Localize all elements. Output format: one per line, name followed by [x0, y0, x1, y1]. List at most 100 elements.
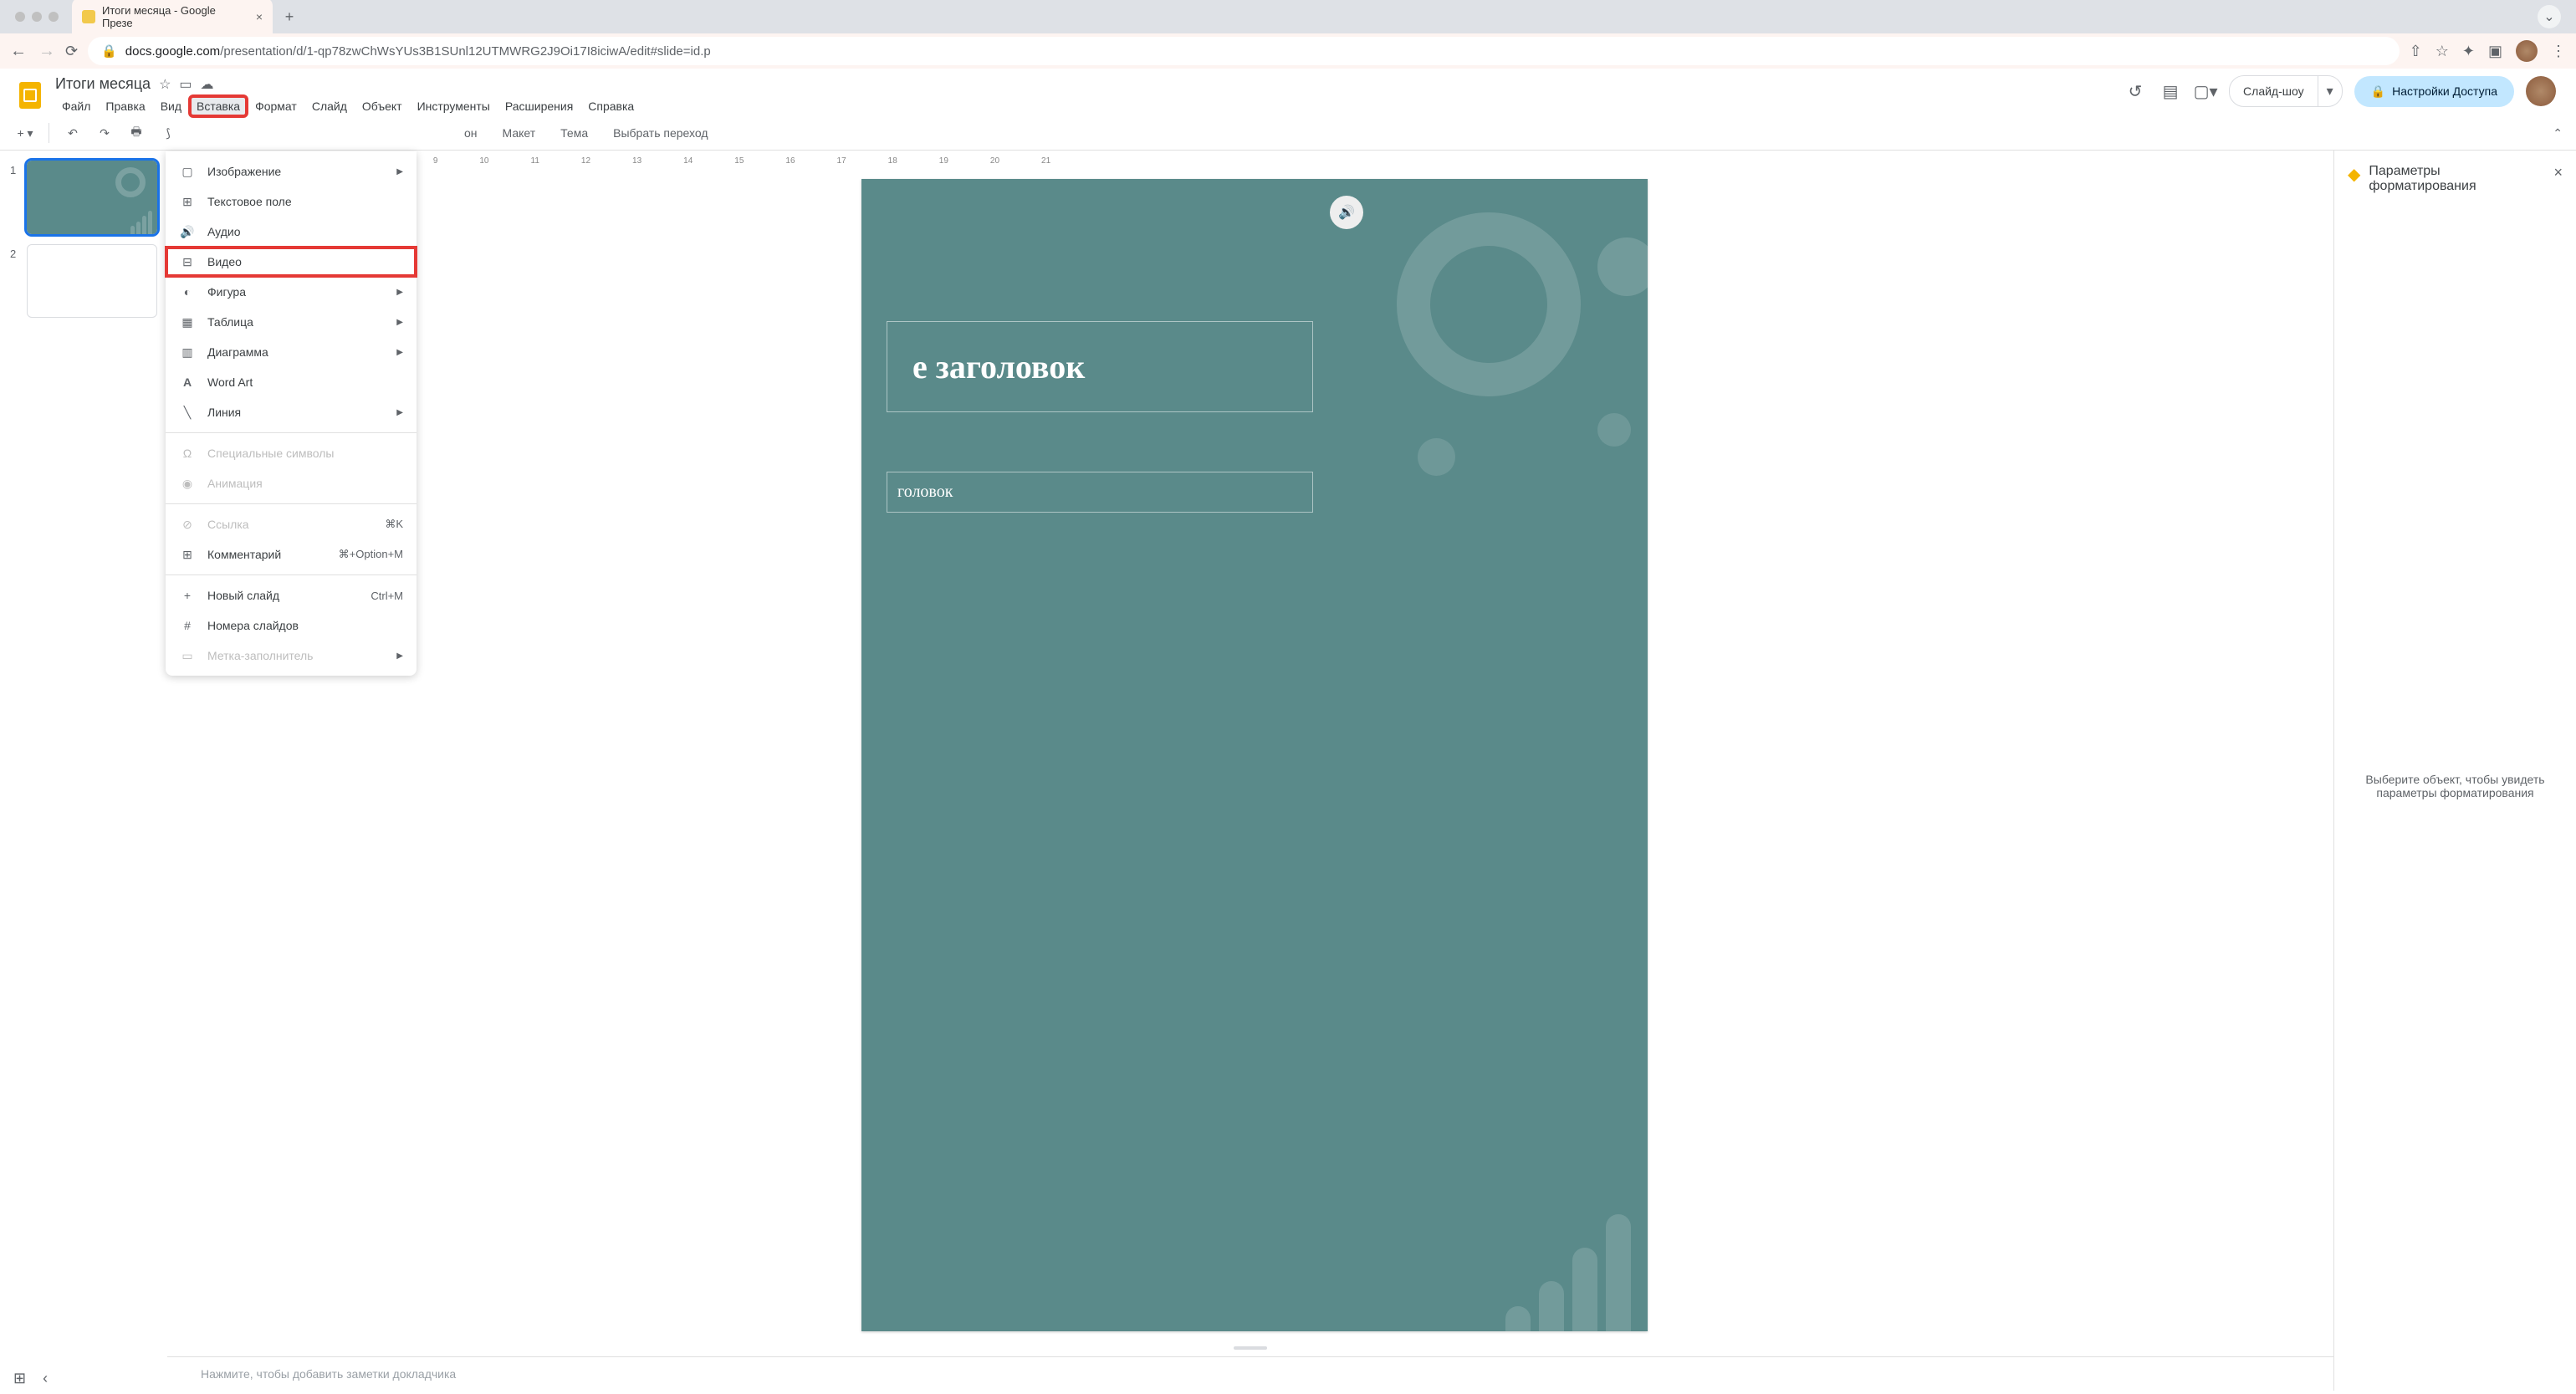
dd-video[interactable]: ⊟Видео [166, 247, 417, 277]
chevron-right-icon: ▶ [396, 651, 403, 661]
tab-title: Итоги месяца - Google Презе [102, 4, 249, 29]
collapse-left-icon[interactable]: ‹ [43, 1370, 48, 1387]
close-panel-icon[interactable]: × [2553, 164, 2563, 181]
dd-line[interactable]: ╲Линия▶ [166, 397, 417, 427]
menu-insert[interactable]: Вставка [190, 96, 247, 116]
browser-tab-active[interactable]: Итоги месяца - Google Презе × [72, 0, 273, 36]
window-controls [7, 12, 67, 22]
slideshow-dropdown-icon[interactable]: ▾ [2318, 76, 2342, 106]
shape-icon: ◐ [179, 283, 196, 300]
share-page-icon[interactable]: ⇧ [2410, 43, 2422, 60]
menu-tools[interactable]: Инструменты [411, 96, 497, 116]
undo-button[interactable]: ↶ [61, 121, 84, 145]
comment-icon: ⊞ [179, 546, 196, 563]
dd-textbox[interactable]: ⊞Текстовое поле [166, 186, 417, 217]
canvas-area: 456789101112131415161718192021 🔊 [167, 151, 2333, 1391]
dd-new-slide[interactable]: +Новый слайдCtrl+M [166, 580, 417, 610]
bottom-bar: ⊞ ‹ [13, 1370, 48, 1387]
url-text: docs.google.com/presentation/d/1-qp78zwC… [125, 44, 711, 59]
dd-comment[interactable]: ⊞Комментарий⌘+Option+M [166, 539, 417, 569]
present-camera-icon[interactable]: ▢▾ [2194, 79, 2217, 103]
print-button[interactable]: 🖶 [125, 121, 148, 145]
menu-view[interactable]: Вид [154, 96, 188, 116]
profile-avatar-icon[interactable] [2516, 40, 2538, 62]
link-icon: ⊘ [179, 516, 196, 533]
menu-object[interactable]: Объект [355, 96, 409, 116]
slide-thumb-1[interactable] [27, 161, 157, 234]
dd-table[interactable]: ▦Таблица▶ [166, 307, 417, 337]
dd-slide-numbers[interactable]: #Номера слайдов [166, 610, 417, 641]
decor-ring [1397, 212, 1581, 396]
forward-button[interactable]: → [38, 42, 55, 61]
reading-list-icon[interactable]: ▣ [2488, 43, 2502, 60]
extensions-icon[interactable]: ✦ [2462, 43, 2475, 60]
dd-wordart[interactable]: AWord Art [166, 367, 417, 397]
background-button[interactable]: он [456, 123, 486, 143]
reload-button[interactable]: ⟳ [65, 43, 78, 60]
menu-help[interactable]: Справка [581, 96, 641, 116]
maximize-window-icon[interactable] [49, 12, 59, 22]
menu-extensions[interactable]: Расширения [498, 96, 580, 116]
account-avatar-icon[interactable] [2526, 76, 2556, 106]
close-window-icon[interactable] [15, 12, 25, 22]
paint-format-button[interactable]: ⟆ [156, 121, 180, 145]
collapse-toolbar-icon[interactable]: ⌃ [2553, 126, 2563, 140]
menu-file[interactable]: Файл [55, 96, 97, 116]
tab-close-icon[interactable]: × [256, 10, 263, 23]
panel-body-text: Выберите объект, чтобы увидеть параметры… [2348, 194, 2563, 1377]
line-icon: ╲ [179, 404, 196, 421]
browser-menu-icon[interactable]: ⋮ [2551, 43, 2566, 60]
transition-button[interactable]: Выбрать переход [605, 123, 716, 143]
dd-audio[interactable]: 🔊Аудио [166, 217, 417, 247]
theme-button[interactable]: Тема [552, 123, 596, 143]
slideshow-button[interactable]: Слайд-шоу ▾ [2229, 75, 2343, 107]
decor-bars [1505, 1214, 1631, 1331]
dd-chart[interactable]: ▥Диаграмма▶ [166, 337, 417, 367]
notes-resize-handle[interactable] [167, 1340, 2333, 1356]
comments-icon[interactable]: ▤ [2159, 79, 2182, 103]
share-button[interactable]: 🔒 Настройки Доступа [2354, 76, 2514, 107]
slides-logo-icon[interactable] [13, 79, 47, 112]
audio-badge-icon[interactable]: 🔊 [1330, 196, 1363, 229]
menu-format[interactable]: Формат [248, 96, 304, 116]
tab-strip: Итоги месяца - Google Презе × + ⌄ [0, 0, 2576, 33]
wordart-icon: A [179, 374, 196, 391]
cloud-status-icon[interactable]: ☁ [201, 76, 214, 93]
new-slide-button[interactable]: + ▾ [13, 121, 37, 145]
slideshow-label: Слайд-шоу [2230, 78, 2318, 105]
chevron-right-icon: ▶ [396, 348, 403, 357]
ruler-horizontal: 456789101112131415161718192021 [167, 151, 2333, 171]
layout-button[interactable]: Макет [494, 123, 544, 143]
lock-icon: 🔒 [2371, 84, 2385, 99]
panel-title: Параметры форматирования [2369, 164, 2545, 194]
slide-thumb-2[interactable] [27, 244, 157, 318]
menu-edit[interactable]: Правка [99, 96, 151, 116]
slide-subtitle-placeholder[interactable]: головок [887, 472, 1313, 513]
format-icon: ◆ [2348, 164, 2360, 185]
separator [166, 432, 417, 433]
share-label: Настройки Доступа [2392, 84, 2497, 98]
slide-canvas[interactable]: 🔊 е заголовок головок [861, 179, 1648, 1331]
star-icon[interactable]: ☆ [159, 76, 171, 93]
speaker-notes[interactable]: Нажмите, чтобы добавить заметки докладчи… [167, 1356, 2333, 1391]
menu-slide[interactable]: Слайд [305, 96, 354, 116]
explore-icon[interactable]: ⊞ [13, 1370, 26, 1387]
dd-shape[interactable]: ◐Фигура▶ [166, 277, 417, 307]
toolbar: + ▾ ↶ ↷ 🖶 ⟆ он Макет Тема Выбрать перехо… [0, 116, 2576, 151]
history-icon[interactable]: ↺ [2124, 79, 2147, 103]
new-tab-button[interactable]: + [278, 5, 301, 28]
bookmark-icon[interactable]: ☆ [2435, 43, 2449, 60]
back-button[interactable]: ← [10, 42, 27, 61]
audio-icon: 🔊 [179, 223, 196, 240]
slide-title-placeholder[interactable]: е заголовок [887, 321, 1313, 412]
minimize-window-icon[interactable] [32, 12, 42, 22]
tabs-overflow-button[interactable]: ⌄ [2538, 5, 2561, 28]
hash-icon: # [179, 617, 196, 634]
document-title[interactable]: Итоги месяца [55, 75, 151, 93]
dd-image[interactable]: ▢Изображение▶ [166, 156, 417, 186]
move-icon[interactable]: ▭ [179, 76, 192, 93]
browser-chrome: Итоги месяца - Google Презе × + ⌄ ← → ⟳ … [0, 0, 2576, 69]
dd-link: ⊘Ссылка⌘K [166, 509, 417, 539]
redo-button[interactable]: ↷ [93, 121, 116, 145]
url-input[interactable]: 🔒 docs.google.com/presentation/d/1-qp78z… [88, 37, 2400, 65]
